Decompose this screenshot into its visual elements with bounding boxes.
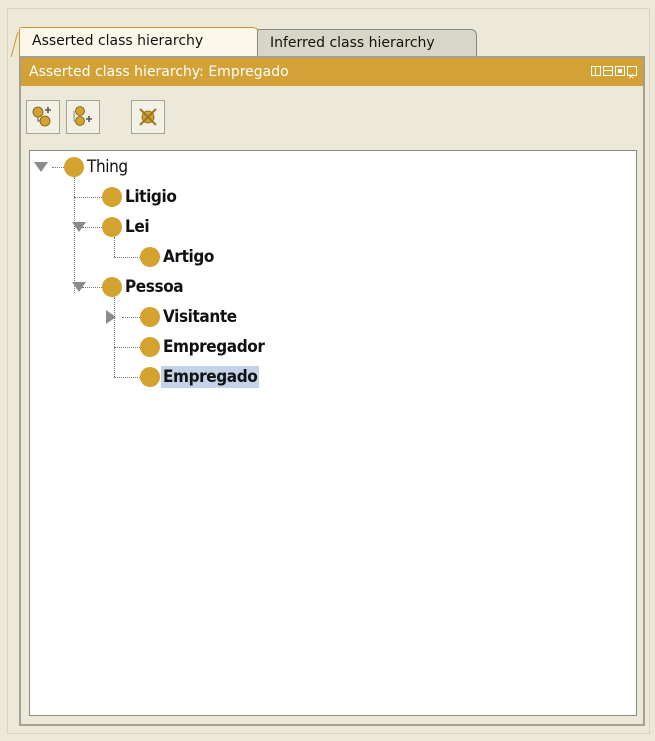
node-label: Pessoa <box>125 277 184 297</box>
tree-node-empregado[interactable]: Empregado <box>140 365 260 389</box>
tab-label: Asserted class hierarchy <box>32 33 204 49</box>
window-buttons <box>591 63 637 91</box>
tree-connector <box>74 197 102 198</box>
class-icon <box>102 277 122 297</box>
tree-connector <box>114 237 115 257</box>
maximize-icon[interactable] <box>615 66 625 76</box>
tree-node-pessoa[interactable]: Pessoa <box>102 275 185 299</box>
close-icon[interactable] <box>627 63 637 91</box>
class-icon <box>140 247 160 267</box>
node-label: Artigo <box>163 247 214 267</box>
node-label: Litigio <box>125 187 177 207</box>
hierarchy-panel: Asserted class hierarchy: Empregado ✕ Th… <box>19 56 645 726</box>
tree-connector <box>114 347 142 348</box>
node-label: Thing <box>87 157 128 177</box>
class-icon <box>140 337 160 357</box>
tree-node-empregador[interactable]: Empregador <box>140 335 267 359</box>
tile-vertical-icon[interactable] <box>591 66 601 76</box>
class-icon <box>102 217 122 237</box>
class-icon <box>140 367 160 387</box>
tile-horizontal-icon[interactable] <box>603 66 613 76</box>
delete-class-button[interactable] <box>131 100 165 134</box>
tab-asserted-class-hierarchy[interactable]: Asserted class hierarchy <box>19 27 259 56</box>
panel-titlebar: Asserted class hierarchy: Empregado <box>21 58 643 91</box>
tree-node-lei[interactable]: Lei <box>102 215 151 239</box>
tree-connector <box>114 377 142 378</box>
expand-toggle-visitante[interactable] <box>106 310 116 324</box>
class-icon <box>102 187 122 207</box>
class-tree[interactable]: Thing Litigio Lei Artigo Pessoa Visitant… <box>29 150 637 716</box>
add-sibling-class-icon <box>73 106 92 126</box>
collapse-toggle-thing[interactable] <box>34 162 48 172</box>
node-label: Empregador <box>163 337 265 357</box>
tree-connector <box>74 177 75 293</box>
tree-connector <box>122 317 142 318</box>
tree-node-thing[interactable]: Thing <box>64 155 130 179</box>
tree-node-litigio[interactable]: Litigio <box>102 185 178 209</box>
tab-inferred-class-hierarchy[interactable]: Inferred class hierarchy <box>257 29 477 56</box>
tree-node-visitante[interactable]: Visitante <box>140 305 239 329</box>
node-label: Lei <box>125 217 150 237</box>
panel-title: Asserted class hierarchy: Empregado <box>29 64 289 80</box>
class-icon <box>140 307 160 327</box>
add-subclass-icon <box>32 106 51 127</box>
node-label: Empregado <box>161 366 260 388</box>
collapse-toggle-pessoa[interactable] <box>72 282 86 292</box>
tree-connector <box>52 167 64 168</box>
add-subclass-button[interactable] <box>26 100 60 134</box>
class-icon <box>64 157 84 177</box>
tree-node-artigo[interactable]: Artigo <box>140 245 216 269</box>
tree-connector <box>114 257 142 258</box>
node-label: Visitante <box>163 307 237 327</box>
delete-class-icon <box>139 108 157 126</box>
add-sibling-button[interactable] <box>66 100 100 134</box>
collapse-toggle-lei[interactable] <box>72 222 86 232</box>
tab-label: Inferred class hierarchy <box>270 35 435 51</box>
tree-connector <box>114 297 115 377</box>
